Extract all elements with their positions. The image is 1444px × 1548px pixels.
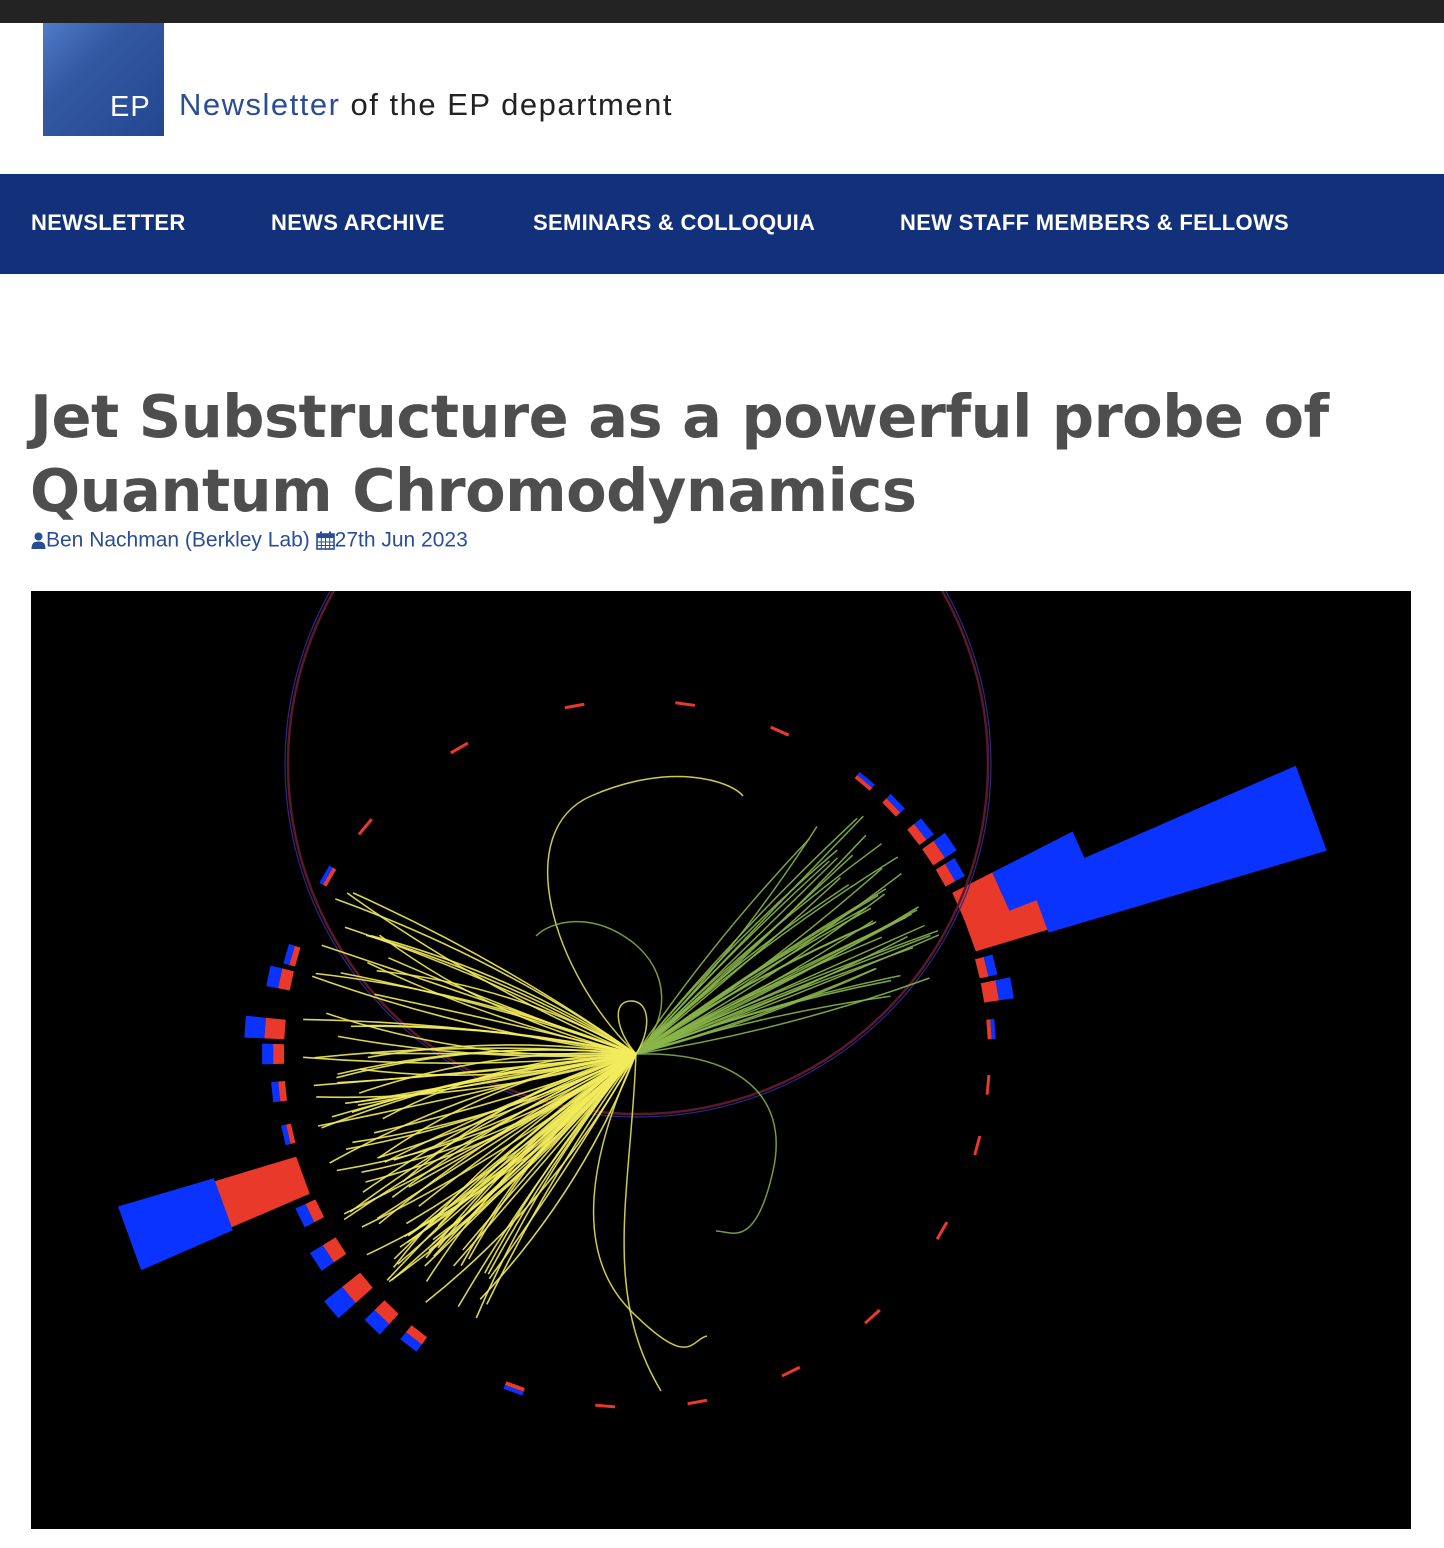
calo-cell-red — [357, 818, 373, 836]
site-title[interactable]: Newsletter of the EP department — [179, 87, 673, 123]
article-title: Jet Substructure as a powerful probe of … — [30, 382, 1329, 525]
calo-cell-red — [675, 701, 696, 707]
site-header: EP Newsletter of the EP department — [0, 23, 1444, 174]
calo-cell-red — [864, 1308, 881, 1325]
calo-cell-red — [264, 1017, 286, 1040]
calo-tower-blue — [118, 1178, 233, 1271]
calo-cell-red — [687, 1398, 708, 1406]
calo-cell-red — [273, 1043, 285, 1065]
particle-track — [635, 1053, 777, 1234]
article-meta: Ben Nachman (Berkley Lab) 27th Jun 2023 — [31, 528, 468, 552]
nav-newsletter[interactable]: NEWSLETTER — [31, 210, 186, 236]
particle-track — [623, 1053, 662, 1392]
calo-cell-red — [770, 725, 790, 737]
calo-cell-red — [595, 1403, 616, 1409]
calo-tower-red — [214, 1156, 310, 1228]
calo-cell-red — [564, 702, 585, 710]
calo-cell-red — [973, 1135, 982, 1156]
detector-circle — [286, 412, 990, 1116]
calendar-icon — [315, 531, 335, 550]
user-icon — [31, 532, 46, 549]
particle-track — [635, 924, 925, 1055]
nav-new-staff-fellows[interactable]: NEW STAFF MEMBERS & FELLOWS — [900, 210, 1289, 236]
nav-news-archive[interactable]: NEWS ARCHIVE — [271, 210, 445, 236]
calo-cell-blue — [262, 1043, 274, 1065]
calo-cell-red — [985, 1074, 991, 1095]
calo-cell-red — [781, 1365, 801, 1378]
site-title-department: of the EP department — [340, 87, 673, 122]
detector-circle-outer — [284, 410, 992, 1118]
calo-cell-blue — [244, 1015, 266, 1039]
particle-tracks — [303, 775, 940, 1392]
calorimeter-deposits — [118, 701, 1327, 1409]
main-nav: NEWSLETTER NEWS ARCHIVE SEMINARS & COLLO… — [0, 174, 1444, 274]
top-bar — [0, 0, 1444, 23]
event-display-image — [31, 410, 1411, 1529]
calo-cell-red — [450, 741, 469, 755]
jet-event-display — [118, 410, 1327, 1409]
calo-cell-red — [935, 1221, 949, 1240]
particle-track — [370, 1052, 637, 1055]
ep-logo[interactable]: EP — [43, 23, 164, 136]
logo-text: EP — [110, 91, 151, 123]
article-date: 27th Jun 2023 — [334, 528, 468, 552]
nav-seminars-colloquia[interactable]: SEMINARS & COLLOQUIA — [533, 210, 815, 236]
site-title-newsletter: Newsletter — [179, 87, 341, 122]
article-author[interactable]: Ben Nachman (Berkley Lab) — [46, 528, 310, 551]
